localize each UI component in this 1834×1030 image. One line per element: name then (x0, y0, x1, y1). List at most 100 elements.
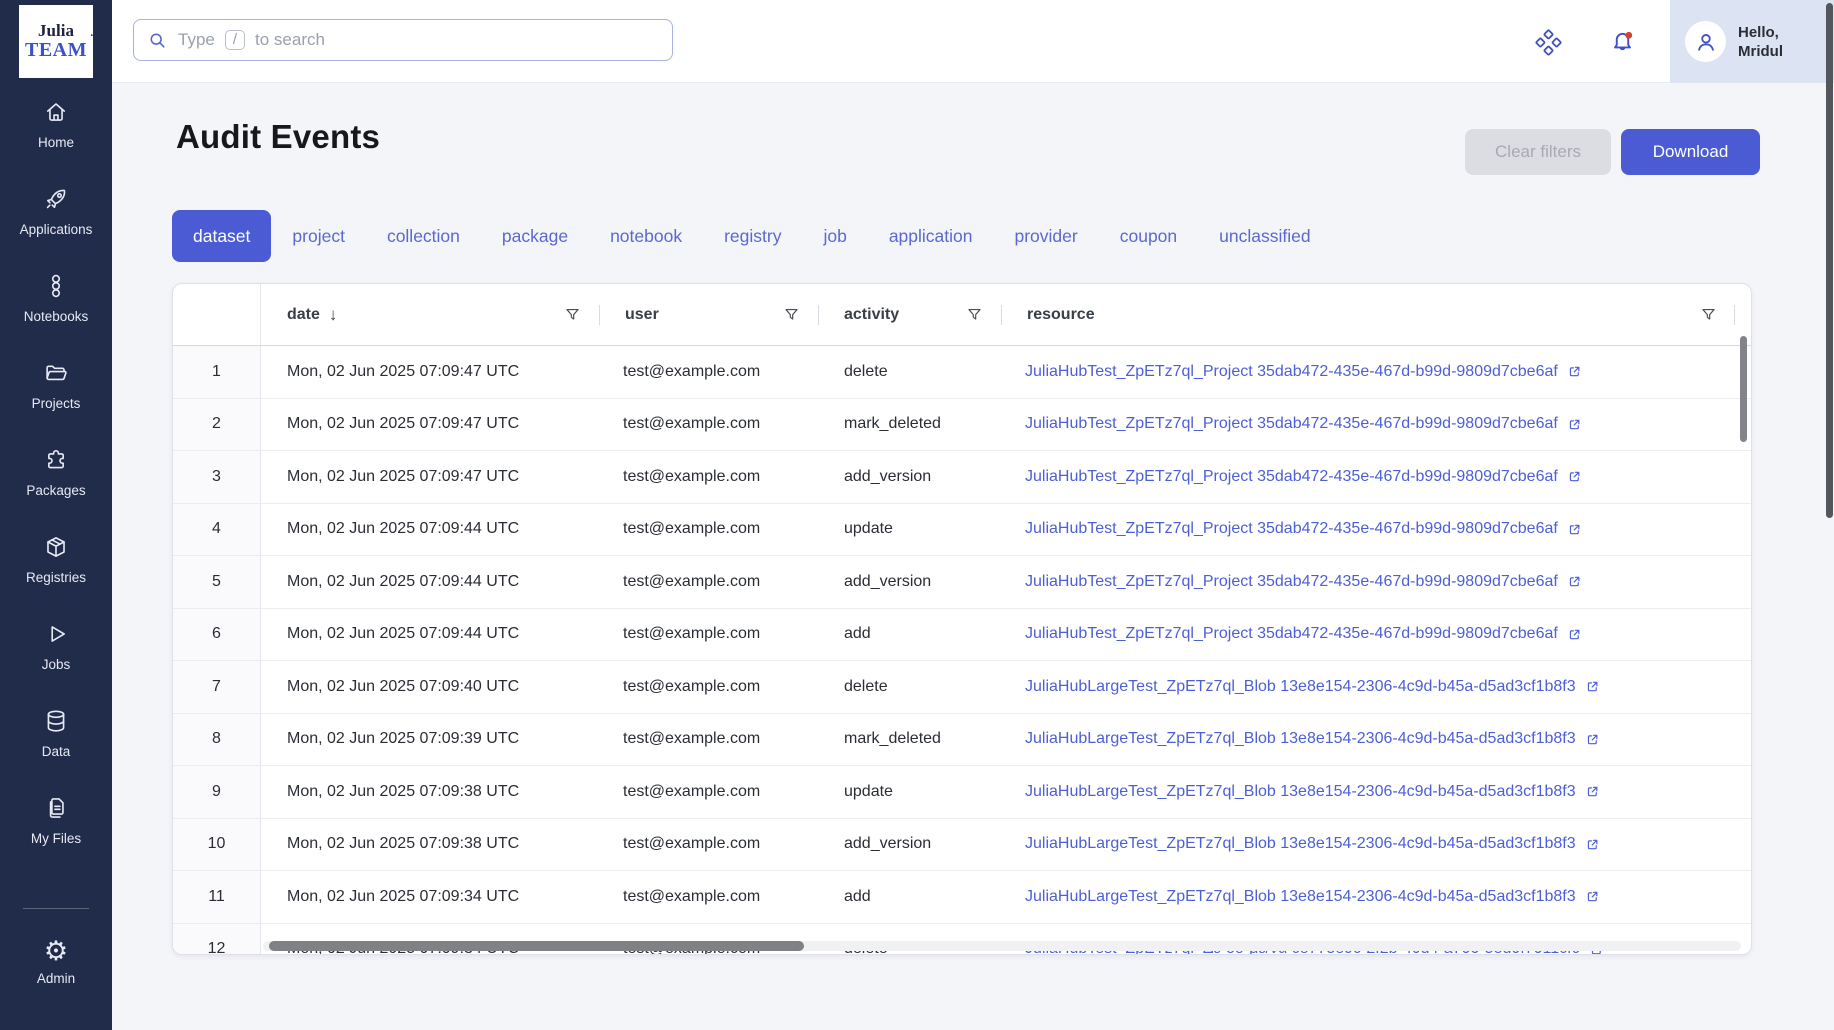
avatar (1685, 21, 1726, 62)
external-link-icon[interactable] (1567, 417, 1582, 432)
sidebar-item-jobs[interactable]: Jobs (0, 610, 112, 697)
sidebar-item-projects[interactable]: Projects (0, 349, 112, 436)
external-link-icon[interactable] (1567, 627, 1582, 642)
header-resource[interactable]: resource (1001, 284, 1751, 345)
resource-link[interactable]: JuliaHubTest_ZpETz7ql_Project 35dab472-4… (1025, 363, 1558, 381)
apps-menu-button[interactable] (1530, 24, 1566, 60)
cell-resource: JuliaHubLargeTest_ZpETz7ql_Blob 13e8e154… (1001, 714, 1751, 766)
tab-notebook[interactable]: notebook (589, 210, 703, 262)
search-icon (147, 30, 168, 51)
cell-user: test@example.com (599, 661, 818, 713)
sidebar-item-notebooks[interactable]: Notebooks (0, 262, 112, 349)
table-body: 1 Mon, 02 Jun 2025 07:09:47 UTC test@exa… (173, 346, 1751, 955)
cell-row-number: 6 (173, 609, 261, 661)
external-link-icon[interactable] (1585, 732, 1600, 747)
external-link-icon[interactable] (1585, 784, 1600, 799)
external-link-icon[interactable] (1585, 837, 1600, 852)
tab-coupon[interactable]: coupon (1099, 210, 1198, 262)
tab-package[interactable]: package (481, 210, 589, 262)
table-row: 7 Mon, 02 Jun 2025 07:09:40 UTC test@exa… (173, 661, 1751, 714)
resource-link[interactable]: JuliaHubLargeTest_ZpETz7ql_Blob 13e8e154… (1025, 835, 1576, 853)
tab-application[interactable]: application (868, 210, 994, 262)
sidebar-item-applications[interactable]: Applications (0, 175, 112, 262)
cell-date: Mon, 02 Jun 2025 07:09:44 UTC (261, 609, 599, 661)
filter-icon-activity[interactable] (966, 306, 983, 323)
cell-row-number: 9 (173, 766, 261, 818)
filter-icon-resource[interactable] (1700, 306, 1717, 323)
sidebar-item-my-files[interactable]: My Files (0, 784, 112, 871)
header-activity[interactable]: activity (818, 284, 1001, 345)
page-title: Audit Events (176, 118, 380, 156)
cell-row-number: 2 (173, 399, 261, 451)
sidebar-item-packages[interactable]: Packages (0, 436, 112, 523)
horizontal-scrollbar[interactable] (269, 941, 804, 951)
page-scrollbar[interactable] (1826, 3, 1833, 518)
user-menu[interactable]: Hello, Mridul (1670, 0, 1834, 83)
tab-dataset[interactable]: dataset (172, 210, 271, 262)
cell-row-number: 1 (173, 346, 261, 398)
julia-team-logo[interactable]: Julia TEAM (19, 5, 93, 78)
tab-collection[interactable]: collection (366, 210, 481, 262)
home-icon (43, 99, 69, 128)
cell-row-number: 7 (173, 661, 261, 713)
external-link-icon[interactable] (1567, 574, 1582, 589)
play-icon (43, 621, 69, 650)
tab-unclassified[interactable]: unclassified (1198, 210, 1331, 262)
table-row: 4 Mon, 02 Jun 2025 07:09:44 UTC test@exa… (173, 504, 1751, 557)
topbar: Type / to search Hello, (112, 0, 1834, 83)
header-resource-label: resource (1027, 306, 1095, 324)
resource-link[interactable]: JuliaHubTest_ZpETz7ql_Project 35dab472-4… (1025, 415, 1558, 433)
table-row: 5 Mon, 02 Jun 2025 07:09:44 UTC test@exa… (173, 556, 1751, 609)
sidebar-item-home[interactable]: Home (0, 88, 112, 175)
table-row: 10 Mon, 02 Jun 2025 07:09:38 UTC test@ex… (173, 819, 1751, 872)
external-link-icon[interactable] (1567, 469, 1582, 484)
resource-link[interactable]: JuliaHubLargeTest_ZpETz7ql_Blob 13e8e154… (1025, 678, 1576, 696)
header-date[interactable]: date (261, 284, 599, 345)
resource-link[interactable]: JuliaHubLargeTest_ZpETz7ql_Blob 13e8e154… (1025, 730, 1576, 748)
cell-activity: delete (818, 346, 1001, 398)
resource-link[interactable]: JuliaHubLargeTest_ZpETz7ql_Blob 13e8e154… (1025, 888, 1576, 906)
sidebar-item-registries[interactable]: Registries (0, 523, 112, 610)
cell-date: Mon, 02 Jun 2025 07:09:47 UTC (261, 346, 599, 398)
tab-job[interactable]: job (802, 210, 867, 262)
greeting-line2: Mridul (1738, 43, 1783, 60)
cell-resource: JuliaHubTest_ZpETz7ql_Project 35dab472-4… (1001, 609, 1751, 661)
cell-resource: JuliaHubTest_ZpETz7ql_Project 35dab472-4… (1001, 556, 1751, 608)
filter-icon-date[interactable] (564, 306, 581, 323)
resource-link[interactable]: JuliaHubTest_ZpETz7ql_Project 35dab472-4… (1025, 468, 1558, 486)
external-link-icon[interactable] (1567, 364, 1582, 379)
notifications-button[interactable] (1604, 24, 1640, 60)
cell-resource: JuliaHubTest_ZpETz7ql_Project 35dab472-4… (1001, 451, 1751, 503)
search-placeholder-prefix: Type (178, 30, 215, 50)
cell-activity: add (818, 609, 1001, 661)
resource-link[interactable]: JuliaHubTest_ZpETz7ql_Project 35dab472-4… (1025, 573, 1558, 591)
sort-desc-icon[interactable] (329, 305, 338, 325)
download-button[interactable]: Download (1621, 129, 1760, 175)
table-vertical-scrollbar[interactable] (1740, 336, 1747, 442)
search-input[interactable]: Type / to search (133, 19, 673, 61)
external-link-icon[interactable] (1567, 522, 1582, 537)
tab-project[interactable]: project (271, 210, 366, 262)
table-row: 2 Mon, 02 Jun 2025 07:09:47 UTC test@exa… (173, 399, 1751, 452)
sidebar-item-data[interactable]: Data (0, 697, 112, 784)
tab-provider[interactable]: provider (994, 210, 1099, 262)
resource-link[interactable]: JuliaHubLargeTest_ZpETz7ql_Blob 13e8e154… (1025, 783, 1576, 801)
clear-filters-button[interactable]: Clear filters (1465, 129, 1611, 175)
apps-grid-icon (1535, 29, 1562, 56)
external-link-icon[interactable] (1585, 679, 1600, 694)
cell-resource: JuliaHubTest_ZpETz7ql_Project 35dab472-4… (1001, 346, 1751, 398)
greeting: Hello, Mridul (1738, 23, 1783, 61)
header-user[interactable]: user (599, 284, 818, 345)
header-activity-label: activity (844, 306, 899, 324)
cell-row-number: 4 (173, 504, 261, 556)
slash-keycap: / (225, 30, 245, 50)
filter-icon-user[interactable] (783, 306, 800, 323)
sidebar-bottom: ⚙ Admin (0, 908, 112, 1014)
resource-link[interactable]: JuliaHubTest_ZpETz7ql_Project 35dab472-4… (1025, 625, 1558, 643)
sidebar-item-admin[interactable]: ⚙ Admin (37, 927, 75, 1014)
resource-link[interactable]: JuliaHubTest_ZpETz7ql_Project 35dab472-4… (1025, 520, 1558, 538)
cell-date: Mon, 02 Jun 2025 07:09:44 UTC (261, 556, 599, 608)
tab-registry[interactable]: registry (703, 210, 802, 262)
external-link-icon[interactable] (1585, 889, 1600, 904)
cell-date: Mon, 02 Jun 2025 07:09:44 UTC (261, 504, 599, 556)
